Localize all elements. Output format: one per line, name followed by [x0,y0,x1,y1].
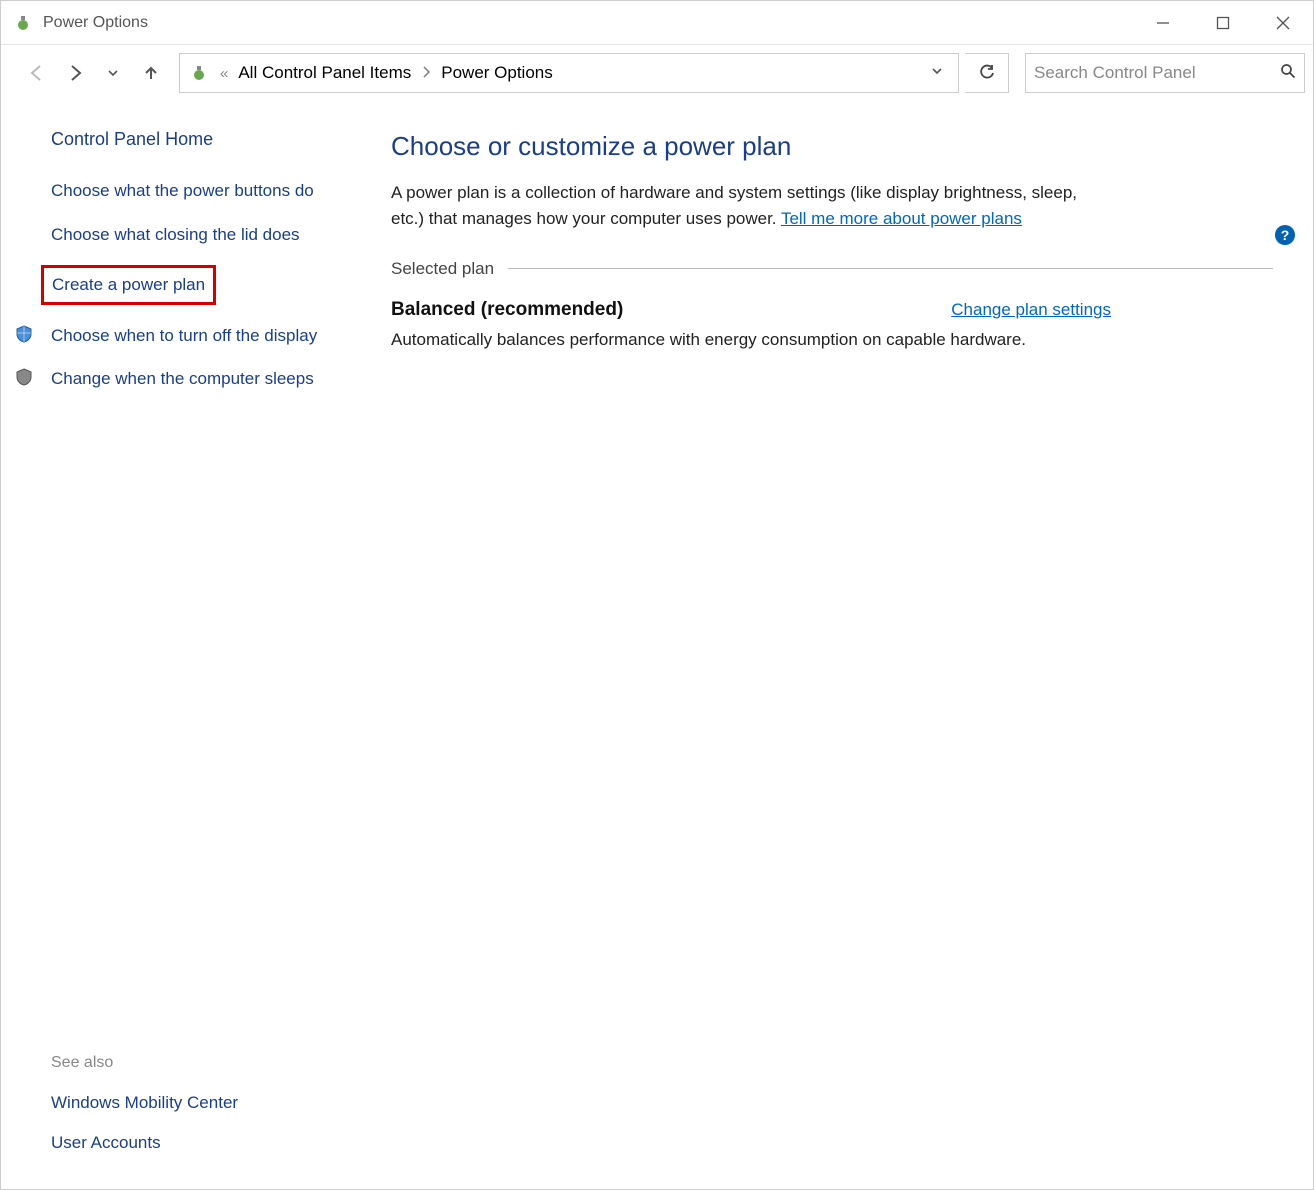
see-also-section: See also Windows Mobility Center User Ac… [51,1014,341,1169]
minimize-button[interactable] [1133,1,1193,45]
sidebar-link-label: Change when the computer sleeps [51,369,314,388]
plan-row: Balanced (recommended) Change plan setti… [391,299,1111,321]
back-button[interactable] [21,57,53,89]
shield-icon [13,366,35,388]
window-buttons [1133,1,1313,45]
window-title: Power Options [43,14,148,32]
shield-icon [13,323,35,345]
sidebar-link-closing-lid[interactable]: Choose what closing the lid does [51,222,341,248]
help-icon[interactable]: ? [1275,225,1295,245]
breadcrumb-segment-2[interactable]: Power Options [441,63,553,83]
breadcrumb-segment-1[interactable]: All Control Panel Items [238,63,411,83]
control-panel-home-link[interactable]: Control Panel Home [51,129,341,150]
sidebar-link-create-power-plan[interactable]: Create a power plan [41,265,216,305]
recent-dropdown-button[interactable] [97,57,129,89]
page-heading: Choose or customize a power plan [391,131,1273,162]
plan-description: Automatically balances performance with … [391,327,1101,353]
seealso-link-mobility-center[interactable]: Windows Mobility Center [51,1090,341,1116]
address-dropdown-button[interactable] [924,64,950,82]
up-button[interactable] [135,57,167,89]
maximize-button[interactable] [1193,1,1253,45]
page-description: A power plan is a collection of hardware… [391,180,1111,233]
divider [508,268,1273,269]
section-title: Selected plan [391,259,494,279]
search-input[interactable] [1034,63,1280,83]
sidebar-link-power-buttons[interactable]: Choose what the power buttons do [51,178,341,204]
tell-me-more-link[interactable]: Tell me more about power plans [781,209,1022,228]
sidebar-link-computer-sleeps[interactable]: Change when the computer sleeps [51,366,341,392]
plan-name: Balanced (recommended) [391,299,623,321]
power-options-icon [13,13,33,33]
refresh-button[interactable] [965,53,1009,93]
toolbar: « All Control Panel Items Power Options [1,45,1313,101]
sidebar-link-label: Choose when to turn off the display [51,326,317,345]
seealso-link-user-accounts[interactable]: User Accounts [51,1130,341,1156]
search-box[interactable] [1025,53,1305,93]
address-bar[interactable]: « All Control Panel Items Power Options [179,53,959,93]
search-icon[interactable] [1280,63,1296,83]
breadcrumb-root-icon: « [220,65,228,82]
main-content: Choose or customize a power plan A power… [371,101,1313,1189]
forward-button[interactable] [59,57,91,89]
section-header: Selected plan [391,259,1273,279]
see-also-title: See also [51,1054,341,1072]
sidebar: Control Panel Home Choose what the power… [1,101,371,1189]
chevron-right-icon[interactable] [421,65,431,82]
power-icon [188,62,210,84]
sidebar-link-turn-off-display[interactable]: Choose when to turn off the display [51,323,341,349]
titlebar: Power Options [1,1,1313,45]
change-plan-settings-link[interactable]: Change plan settings [951,300,1111,320]
close-button[interactable] [1253,1,1313,45]
